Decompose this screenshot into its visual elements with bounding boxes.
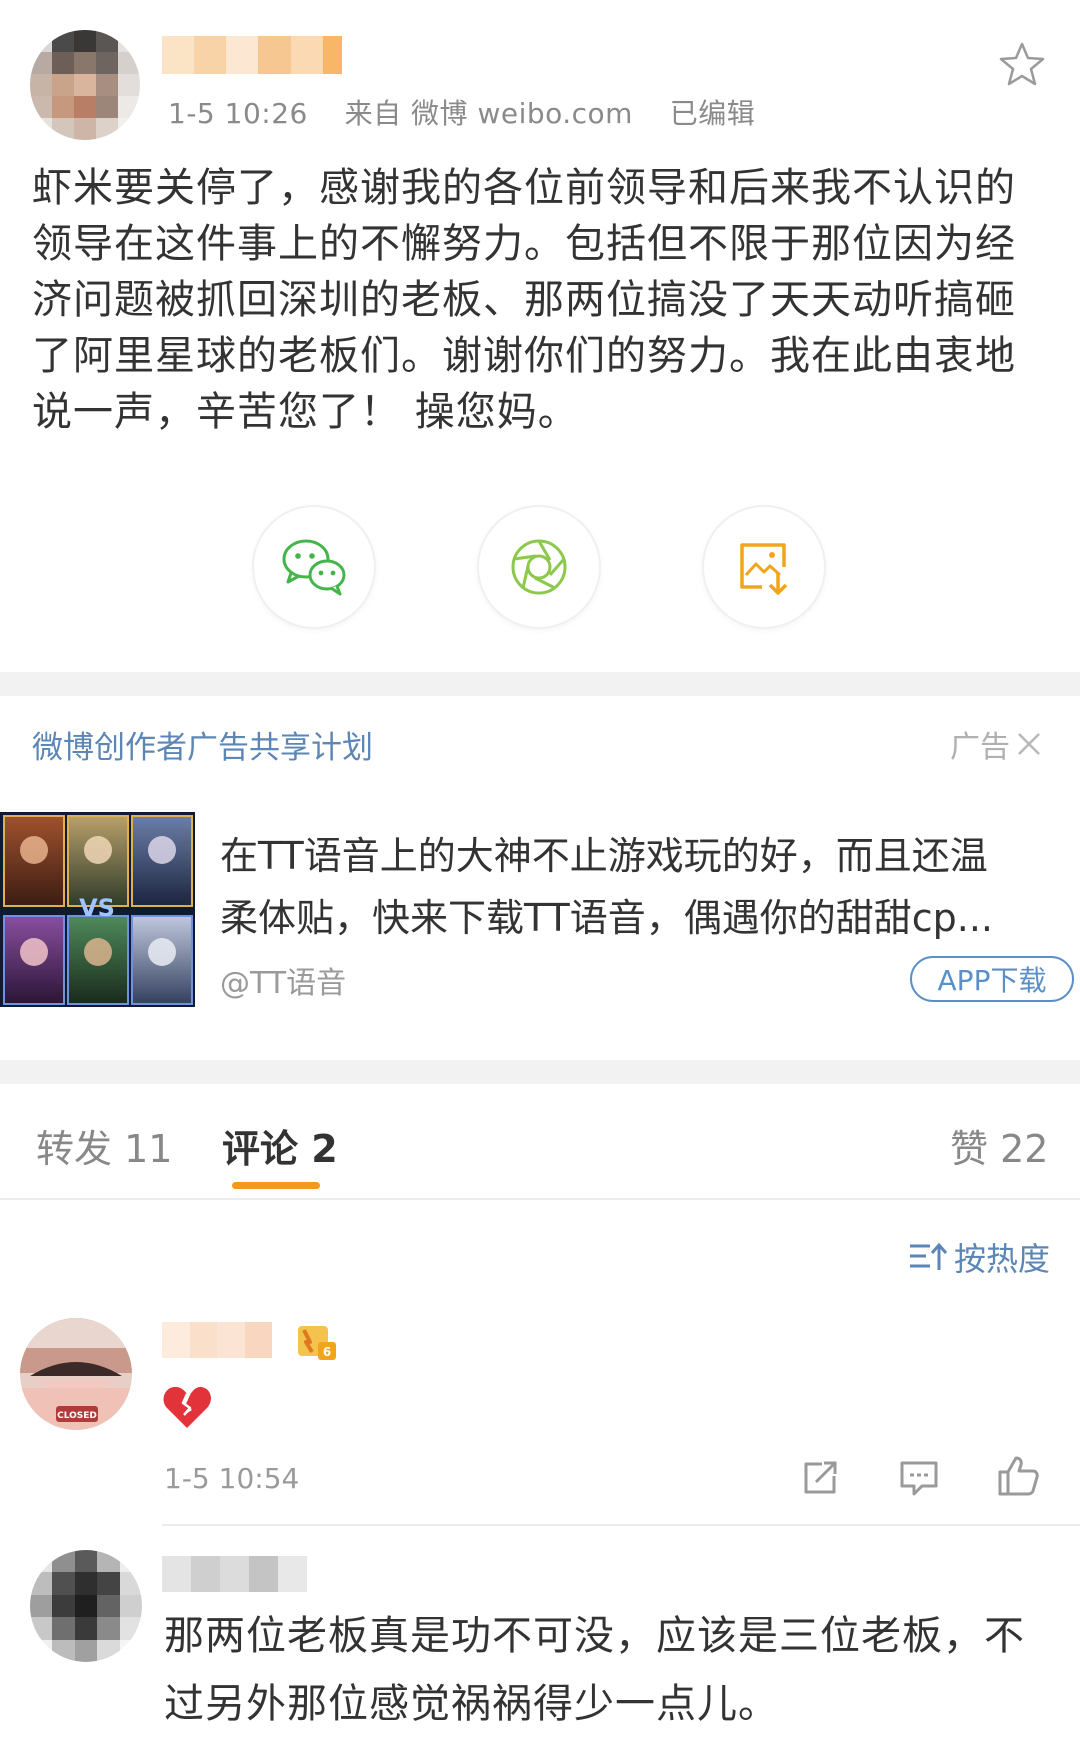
section-divider	[0, 1060, 1080, 1084]
ad-tag: 广告	[950, 730, 1010, 765]
post-line: 领导在这件事上的不懈努力。包括但不限于那位因为经	[32, 221, 1016, 267]
comment-reply-icon[interactable]	[898, 1458, 940, 1498]
post-content: 虾米要关停了，感谢我的各位前领导和后来我不认识的 领导在这件事上的不懈努力。包括…	[32, 160, 1062, 440]
save-image-button[interactable]	[702, 505, 826, 629]
comment-forward-icon[interactable]	[800, 1458, 840, 1498]
tab-likes[interactable]: 赞 22	[950, 1118, 1048, 1173]
share-wechat-button[interactable]	[252, 505, 376, 629]
post-source: 来自 微博 weibo.com	[344, 97, 633, 130]
share-moments-button[interactable]	[477, 505, 601, 629]
post-line: 了阿里星球的老板们。谢谢你们的努力。我在此由衷地	[32, 333, 1016, 379]
broken-heart-icon	[162, 1384, 212, 1430]
tabs-divider	[0, 1198, 1080, 1200]
ad-description[interactable]: 在TT语音上的大神不止游戏玩的好，而且还温 柔体贴，快来下载TT语音，偶遇你的甜…	[220, 825, 1070, 949]
save-image-icon	[740, 543, 788, 595]
comment-divider	[162, 1524, 1080, 1526]
post-line: 虾米要关停了，感谢我的各位前领导和后来我不认识的	[32, 165, 1016, 211]
tab-repost[interactable]: 转发 11	[36, 1118, 172, 1173]
comment-line: 那两位老板真是功不可没，应该是三位老板，不	[164, 1613, 1025, 1659]
comment-time: 1-5 10:54	[164, 1462, 300, 1495]
comment-avatar[interactable]: CLOSED	[20, 1318, 132, 1430]
post-author-name-blurred[interactable]	[162, 36, 342, 74]
comment-like-icon[interactable]	[996, 1454, 1040, 1498]
post-line: 济问题被抓回深圳的老板、那两位搞没了天天动听搞砸	[32, 277, 1016, 323]
wechat-icon	[282, 539, 346, 596]
comment-author-name-blurred[interactable]	[162, 1556, 307, 1592]
sort-by-heat-button[interactable]: 按热度	[908, 1234, 1050, 1280]
section-divider	[0, 672, 1080, 696]
favorite-star-icon[interactable]	[998, 40, 1046, 88]
app-download-button[interactable]: APP下载	[910, 956, 1074, 1002]
moments-icon	[511, 539, 567, 595]
ad-line: 柔体贴，快来下载TT语音，偶遇你的甜甜cp...	[220, 896, 994, 940]
active-tab-indicator	[232, 1182, 320, 1189]
post-author-avatar[interactable]	[30, 30, 140, 140]
tab-comments[interactable]: 评论 2	[222, 1118, 338, 1173]
post-edited-label: 已编辑	[669, 97, 756, 130]
app-download-label: APP下载	[937, 964, 1047, 997]
svg-text:CLOSED: CLOSED	[57, 1411, 97, 1421]
ad-line: 在TT语音上的大神不止游戏玩的好，而且还温	[220, 834, 988, 878]
ad-plan-link[interactable]: 微博创作者广告共享计划	[32, 722, 373, 767]
svg-text:6: 6	[323, 1345, 331, 1359]
sort-icon	[910, 1242, 948, 1270]
comment-author-name-blurred[interactable]	[162, 1322, 272, 1358]
comment-content: 那两位老板真是功不可没，应该是三位老板，不 过另外那位感觉祸祸得少一点儿。	[164, 1602, 1074, 1738]
comment-line: 过另外那位感觉祸祸得少一点儿。	[164, 1681, 779, 1727]
vip-badge-icon: 6	[290, 1318, 338, 1364]
ad-thumbnail-image[interactable]: VS	[0, 812, 195, 1007]
post-line: 说一声，辛苦您了！ 操您妈。	[32, 389, 579, 435]
comment-avatar[interactable]	[30, 1550, 142, 1662]
post-time: 1-5 10:26	[168, 97, 308, 130]
svg-text:VS: VS	[79, 894, 115, 922]
post-meta: 1-5 10:26 来自 微博 weibo.com 已编辑	[168, 92, 755, 132]
ad-close[interactable]: 广告	[950, 722, 1044, 766]
sort-label: 按热度	[954, 1240, 1051, 1278]
close-icon	[1018, 733, 1040, 755]
ad-account[interactable]: @TT语音	[220, 958, 346, 1002]
